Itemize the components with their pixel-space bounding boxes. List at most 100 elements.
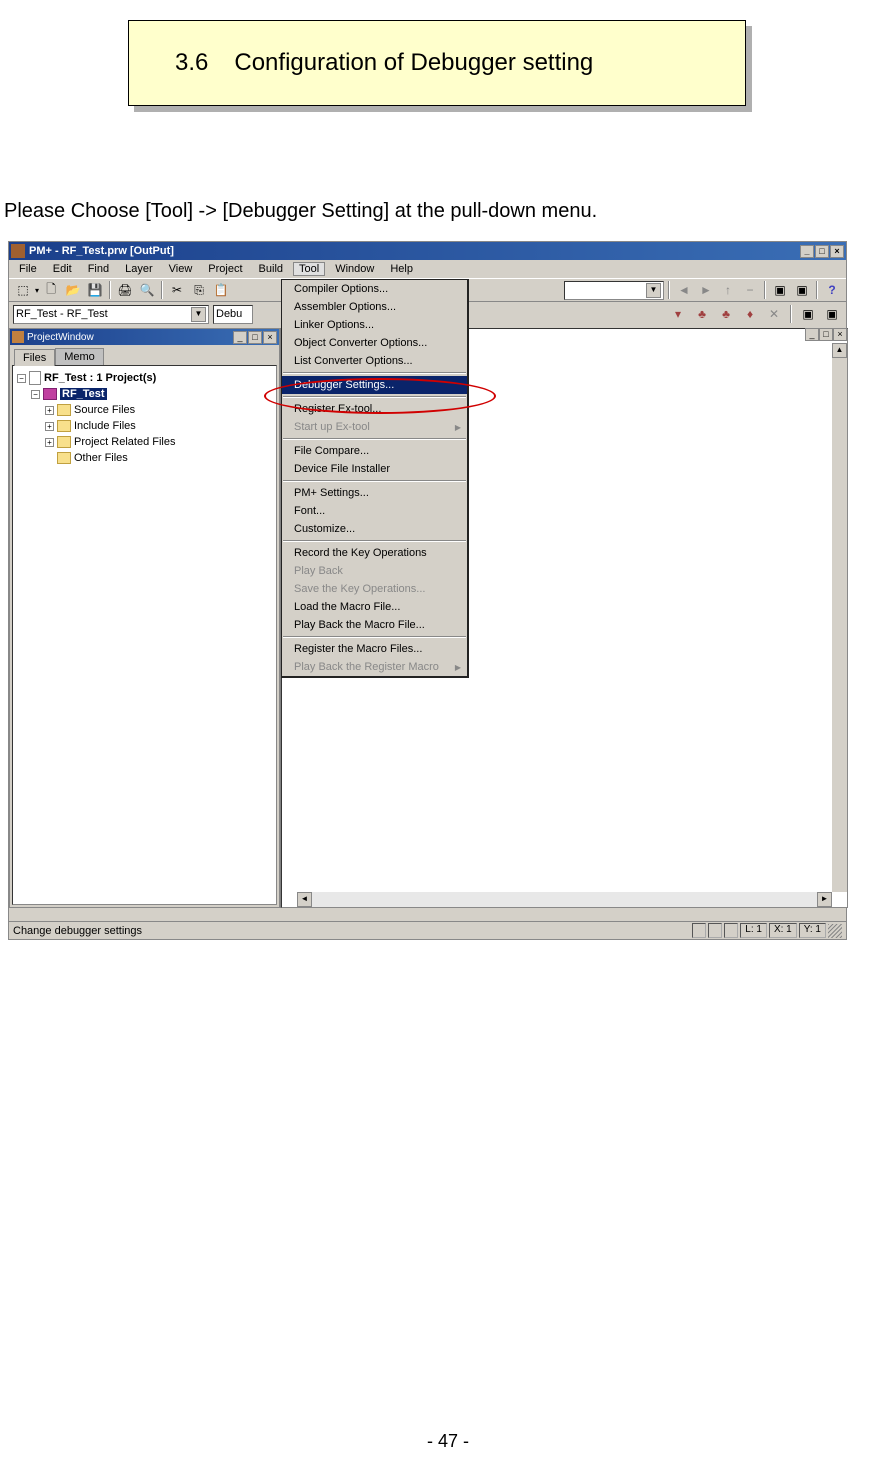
tree-toggle-icon[interactable]: +	[45, 422, 54, 431]
combo-blank[interactable]: ▼	[564, 281, 664, 300]
scroll-right-icon[interactable]: ►	[817, 892, 832, 907]
pw-maximize[interactable]: □	[248, 331, 262, 344]
build-icon-2[interactable]: ♣	[692, 304, 712, 324]
tree-folder-include[interactable]: + Include Files	[17, 418, 272, 434]
scroll-left-icon[interactable]: ◄	[297, 892, 312, 907]
dd-playback-macro[interactable]: Play Back the Macro File...	[282, 616, 467, 634]
help-icon[interactable]: ?	[822, 280, 842, 300]
dd-customize[interactable]: Customize...	[282, 520, 467, 538]
tree-folder-other[interactable]: Other Files	[17, 450, 272, 466]
tree-project[interactable]: − RF_Test	[17, 386, 272, 402]
dd-save-key[interactable]: Save the Key Operations...	[282, 580, 467, 598]
dd-list-converter[interactable]: List Converter Options...	[282, 352, 467, 370]
tree-root-label: RF_Test : 1 Project(s)	[44, 372, 156, 384]
menu-view[interactable]: View	[163, 262, 199, 276]
combo-text2: Debu	[216, 308, 242, 320]
close-button[interactable]: ×	[830, 245, 844, 258]
tree-toggle-icon[interactable]: +	[45, 438, 54, 447]
section-title: Configuration of Debugger setting	[234, 49, 593, 77]
heading-box: 3.6 Configuration of Debugger setting	[128, 20, 746, 106]
dd-startup-extool[interactable]: Start up Ex-tool ▶	[282, 418, 467, 436]
win2-icon[interactable]: ▣	[792, 280, 812, 300]
save-icon[interactable]: 💾	[85, 280, 105, 300]
cw-minimize[interactable]: _	[805, 328, 819, 341]
menu-layer[interactable]: Layer	[119, 262, 159, 276]
dd-playback-register-label: Play Back the Register Macro	[294, 661, 439, 673]
tab-files[interactable]: Files	[14, 349, 55, 366]
menu-window[interactable]: Window	[329, 262, 380, 276]
project-combo[interactable]: RF_Test - RF_Test ▼	[13, 305, 209, 324]
vertical-scrollbar[interactable]: ▲	[832, 343, 847, 892]
section-heading-box: 3.6 Configuration of Debugger setting	[128, 20, 756, 114]
pw-icon	[12, 331, 24, 343]
open-icon[interactable]: 📂	[63, 280, 83, 300]
resize-grip-icon[interactable]	[828, 924, 842, 938]
dd-font[interactable]: Font...	[282, 502, 467, 520]
tree-folder-source[interactable]: + Source Files	[17, 402, 272, 418]
dd-assembler-options[interactable]: Assembler Options...	[282, 298, 467, 316]
menu-file[interactable]: File	[13, 262, 43, 276]
menu-tool[interactable]: Tool	[293, 262, 325, 276]
nav-up-icon[interactable]: ↑	[718, 280, 738, 300]
win1-icon[interactable]: ▣	[770, 280, 790, 300]
new-icon[interactable]: 🗋	[41, 280, 61, 300]
menu-edit[interactable]: Edit	[47, 262, 78, 276]
debug-icon-2[interactable]: ▣	[822, 304, 842, 324]
tb-misc-icon[interactable]: ⬚	[13, 280, 33, 300]
pw-minimize[interactable]: _	[233, 331, 247, 344]
build-icon-3[interactable]: ♣	[716, 304, 736, 324]
dd-linker-options[interactable]: Linker Options...	[282, 316, 467, 334]
combo-text: RF_Test - RF_Test	[16, 308, 108, 320]
tree-folder-related[interactable]: + Project Related Files	[17, 434, 272, 450]
menu-find[interactable]: Find	[82, 262, 115, 276]
dd-debugger-settings[interactable]: Debugger Settings...	[282, 376, 467, 394]
scroll-up-icon[interactable]: ▲	[832, 343, 847, 358]
build-icon-5[interactable]: ✕	[764, 304, 784, 324]
dd-register-macro[interactable]: Register the Macro Files...	[282, 640, 467, 658]
project-tree: − RF_Test : 1 Project(s) − RF_Test + Sou…	[12, 365, 277, 905]
nav-back-icon[interactable]: ◄	[674, 280, 694, 300]
dd-object-converter[interactable]: Object Converter Options...	[282, 334, 467, 352]
tree-toggle-icon[interactable]: +	[45, 406, 54, 415]
build-icon-1[interactable]: ▾	[668, 304, 688, 324]
tree-toggle-icon[interactable]: −	[17, 374, 26, 383]
dd-load-macro[interactable]: Load the Macro File...	[282, 598, 467, 616]
project-window-titlebar: ProjectWindow _ □ ×	[10, 329, 279, 345]
dd-pm-settings[interactable]: PM+ Settings...	[282, 484, 467, 502]
build-icon-4[interactable]: ♦	[740, 304, 760, 324]
dd-file-compare[interactable]: File Compare...	[282, 442, 467, 460]
cw-close[interactable]: ×	[833, 328, 847, 341]
copy-icon[interactable]: ⎘	[189, 280, 209, 300]
dd-playback[interactable]: Play Back	[282, 562, 467, 580]
dd-device-installer[interactable]: Device File Installer	[282, 460, 467, 478]
cut-icon[interactable]: ✂	[167, 280, 187, 300]
tab-memo[interactable]: Memo	[55, 348, 104, 365]
cw-maximize[interactable]: □	[819, 328, 833, 341]
menubar: File Edit Find Layer View Project Build …	[9, 260, 846, 278]
dd-record-key[interactable]: Record the Key Operations	[282, 544, 467, 562]
dd-startup-extool-label: Start up Ex-tool	[294, 421, 370, 433]
dd-playback-register-macro[interactable]: Play Back the Register Macro ▶	[282, 658, 467, 676]
print-icon[interactable]: 🖨	[115, 280, 135, 300]
menu-project[interactable]: Project	[202, 262, 248, 276]
minimize-button[interactable]: _	[800, 245, 814, 258]
tree-toggle-icon[interactable]: −	[31, 390, 40, 399]
tree-root[interactable]: − RF_Test : 1 Project(s)	[17, 370, 272, 386]
pw-close[interactable]: ×	[263, 331, 277, 344]
config-combo[interactable]: Debu	[213, 305, 253, 324]
menu-help[interactable]: Help	[384, 262, 419, 276]
debug-icon-1[interactable]: ▣	[798, 304, 818, 324]
menu-build[interactable]: Build	[253, 262, 289, 276]
paste-icon[interactable]: 📋	[211, 280, 231, 300]
folder-label: Other Files	[74, 452, 128, 464]
preview-icon[interactable]: 🔍	[137, 280, 157, 300]
window-buttons: _ □ ×	[800, 245, 844, 258]
nav-fwd-icon[interactable]: ►	[696, 280, 716, 300]
horizontal-scrollbar[interactable]: ◄ ►	[297, 892, 832, 907]
status-l: L: 1	[740, 923, 767, 938]
maximize-button[interactable]: □	[815, 245, 829, 258]
dd-register-extool[interactable]: Register Ex-tool...	[282, 400, 467, 418]
nav-down-icon[interactable]: −	[740, 280, 760, 300]
tb-dd-icon[interactable]: ▾	[35, 286, 39, 295]
dd-compiler-options[interactable]: Compiler Options...	[282, 280, 467, 298]
